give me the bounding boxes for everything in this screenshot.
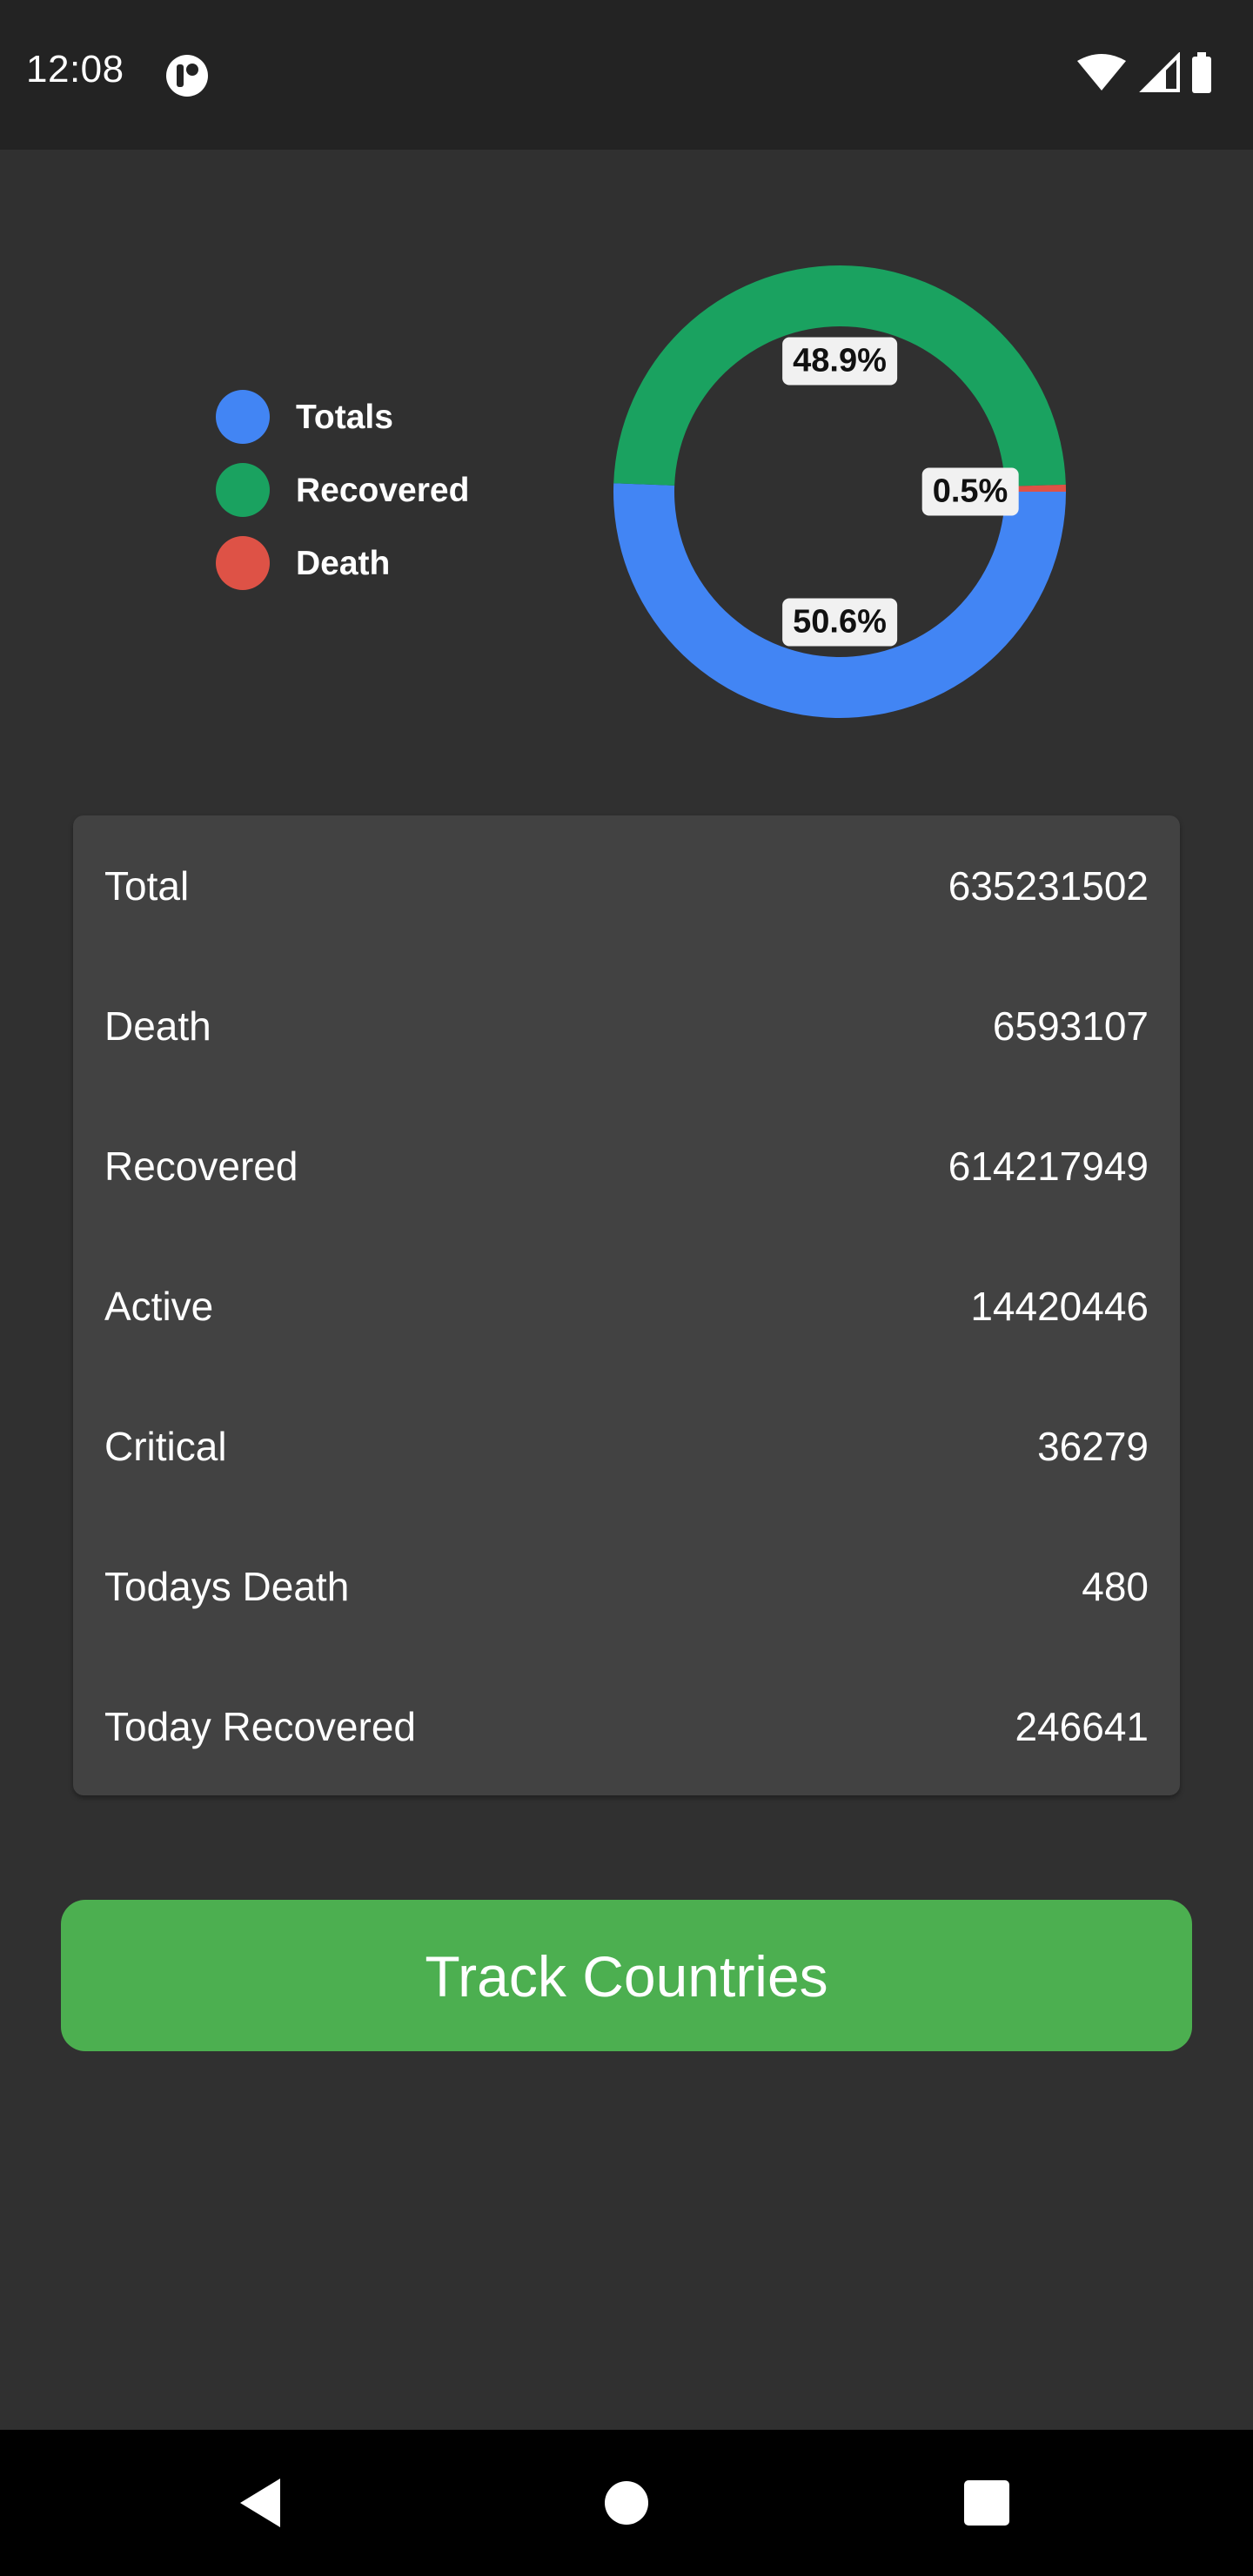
- legend-dot-death: [216, 536, 270, 590]
- navigation-bar: [0, 2430, 1253, 2576]
- stat-value: 6593107: [992, 1003, 1149, 1049]
- slice-label-totals: 50.6%: [782, 598, 897, 647]
- wifi-icon: [1077, 54, 1126, 91]
- back-icon[interactable]: [228, 2468, 298, 2538]
- home-icon[interactable]: [592, 2468, 661, 2538]
- app-screen: 12:08 Totals Recovered Death 50.6% 48.9%…: [0, 0, 1253, 2576]
- slice-label-recovered: 48.9%: [782, 337, 897, 386]
- stat-label: Total: [104, 862, 190, 909]
- stat-row: Recovered 614217949: [73, 1096, 1180, 1236]
- stat-label: Today Recovered: [104, 1703, 416, 1749]
- stat-label: Death: [104, 1003, 211, 1049]
- stat-row: Total 635231502: [73, 815, 1180, 956]
- cell-signal-icon: [1139, 52, 1180, 92]
- track-countries-button[interactable]: Track Countries: [61, 1900, 1192, 2051]
- battery-icon: [1192, 52, 1211, 93]
- stat-value: 36279: [1037, 1423, 1149, 1469]
- status-time: 12:08: [26, 48, 124, 91]
- stats-card: Total 635231502 Death 6593107 Recovered 61421…: [73, 815, 1180, 1795]
- legend-label: Totals: [296, 399, 393, 436]
- stat-row: Todays Death 480: [73, 1516, 1180, 1656]
- legend-dot-totals: [216, 390, 270, 444]
- stat-row: Today Recovered 246641: [73, 1656, 1180, 1796]
- stat-label: Active: [104, 1283, 214, 1329]
- recents-icon[interactable]: [952, 2468, 1022, 2538]
- donut-chart: 50.6% 48.9% 0.5%: [609, 261, 1070, 722]
- legend-label: Death: [296, 545, 391, 582]
- stat-value: 14420446: [970, 1283, 1149, 1329]
- stat-label: Todays Death: [104, 1563, 350, 1609]
- status-bar: 12:08: [0, 0, 1253, 150]
- slice-label-death: 0.5%: [921, 467, 1019, 516]
- stat-value: 614217949: [948, 1143, 1149, 1189]
- legend-label: Recovered: [296, 472, 470, 509]
- stat-value: 246641: [1015, 1703, 1149, 1749]
- status-icons: [1077, 52, 1211, 93]
- legend-dot-recovered: [216, 463, 270, 517]
- stat-label: Critical: [104, 1423, 227, 1469]
- stat-value: 480: [1082, 1563, 1149, 1609]
- stat-label: Recovered: [104, 1143, 298, 1189]
- notification-app-icon: [166, 55, 208, 97]
- stat-row: Critical 36279: [73, 1376, 1180, 1516]
- stat-row: Active 14420446: [73, 1236, 1180, 1376]
- stat-row: Death 6593107: [73, 956, 1180, 1096]
- stat-value: 635231502: [948, 862, 1149, 909]
